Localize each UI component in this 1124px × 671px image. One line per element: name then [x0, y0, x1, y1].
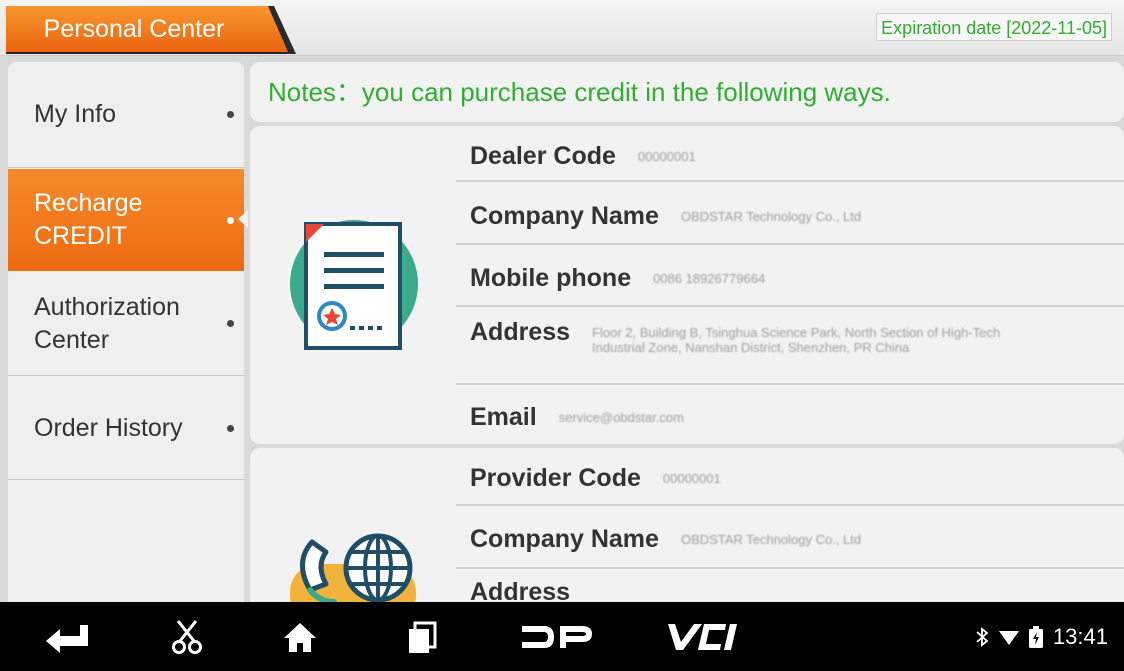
- clock-time: 13:41: [1052, 623, 1108, 649]
- email-value: service@obdstar.com: [558, 410, 684, 425]
- address-label: Address: [470, 318, 571, 346]
- recent-apps-button[interactable]: [400, 602, 444, 671]
- dealer-code-row: Dealer Code 00000001: [456, 126, 1124, 182]
- battery-charging-icon: [1028, 625, 1043, 648]
- provider-code-label: Provider Code: [470, 464, 641, 492]
- dealer-code-value: 00000001: [637, 149, 696, 164]
- company-name-row: Company Name OBDSTAR Technology Co., Ltd: [456, 184, 1124, 245]
- dp-icon: [522, 625, 592, 648]
- home-button[interactable]: [278, 602, 322, 671]
- sidebar-item-label: Authorization Center: [34, 292, 180, 354]
- provider-card: Provider Code 00000001 Company Name OBDS…: [250, 448, 1124, 602]
- recent-apps-icon: [409, 621, 437, 653]
- provider-company-name-label: Company Name: [470, 525, 659, 553]
- vci-icon: [668, 623, 737, 650]
- sidebar: My Info Recharge CREDIT Authorization Ce…: [8, 62, 244, 602]
- mobile-phone-row: Mobile phone 0086 18926779664: [456, 247, 1124, 307]
- provider-company-name-row: Company Name OBDSTAR Technology Co., Ltd: [456, 508, 1124, 569]
- certificate-icon: [290, 220, 418, 350]
- bullet-dot-icon: [227, 216, 234, 224]
- phone-globe-icon: [290, 533, 416, 602]
- address-value: Floor 2, Building B, Tsinghua Science Pa…: [592, 325, 1001, 355]
- sidebar-item-my-info[interactable]: My Info: [8, 62, 244, 168]
- bluetooth-icon: [976, 626, 989, 647]
- dp-button[interactable]: [518, 602, 596, 671]
- provider-address-label: Address: [470, 578, 571, 602]
- provider-address-value: [570, 577, 592, 585]
- sidebar-item-label: My Info: [34, 100, 116, 128]
- company-name-value: OBDSTAR Technology Co., Ltd: [680, 209, 862, 224]
- provider-code-value: 00000001: [662, 471, 721, 486]
- personal-center-tab[interactable]: Personal Center: [6, 6, 296, 54]
- provider-address-row: Address: [456, 571, 1124, 602]
- navigation-bar: 13:41: [0, 602, 1124, 671]
- sidebar-item-authorization-center[interactable]: Authorization Center: [8, 272, 244, 376]
- notes-banner: Notes：you can purchase credit in the fol…: [250, 62, 1124, 122]
- dealer-card: Dealer Code 00000001 Company Name OBDSTA…: [250, 126, 1124, 444]
- back-icon: [46, 624, 88, 653]
- address-row: Address Floor 2, Building B, Tsinghua Sc…: [456, 309, 1124, 385]
- provider-company-name-value: OBDSTAR Technology Co., Ltd: [680, 532, 862, 547]
- mobile-phone-value: 0086 18926779664: [653, 271, 766, 286]
- status-area: 13:41: [975, 602, 1108, 671]
- sidebar-item-label: Order History: [34, 413, 183, 442]
- screenshot-button[interactable]: [165, 602, 209, 671]
- mobile-phone-label: Mobile phone: [470, 264, 632, 292]
- sidebar-item-label: Recharge CREDIT: [34, 189, 143, 250]
- sidebar-item-recharge-credit[interactable]: Recharge CREDIT: [8, 169, 244, 271]
- dealer-code-label: Dealer Code: [470, 142, 616, 170]
- back-button[interactable]: [40, 602, 96, 671]
- bullet-dot-icon: [227, 111, 234, 118]
- active-item-pointer-icon: [238, 210, 248, 228]
- vci-button[interactable]: [662, 602, 746, 671]
- header-bar: Personal Center Expiration date [2022-11…: [0, 0, 1124, 56]
- email-row: Email service@obdstar.com: [456, 387, 1124, 444]
- home-icon: [284, 622, 316, 652]
- company-name-label: Company Name: [470, 202, 659, 230]
- sidebar-item-order-history[interactable]: Order History: [8, 377, 244, 480]
- email-label: Email: [470, 403, 537, 431]
- personal-center-title: Personal Center: [43, 15, 225, 43]
- bullet-dot-icon: [227, 424, 234, 432]
- expiration-date: Expiration date [2022-11-05]: [876, 13, 1112, 41]
- provider-code-row: Provider Code 00000001: [456, 448, 1124, 506]
- wifi-icon: [998, 630, 1019, 645]
- bullet-dot-icon: [227, 320, 234, 327]
- scissors-icon: [172, 619, 202, 654]
